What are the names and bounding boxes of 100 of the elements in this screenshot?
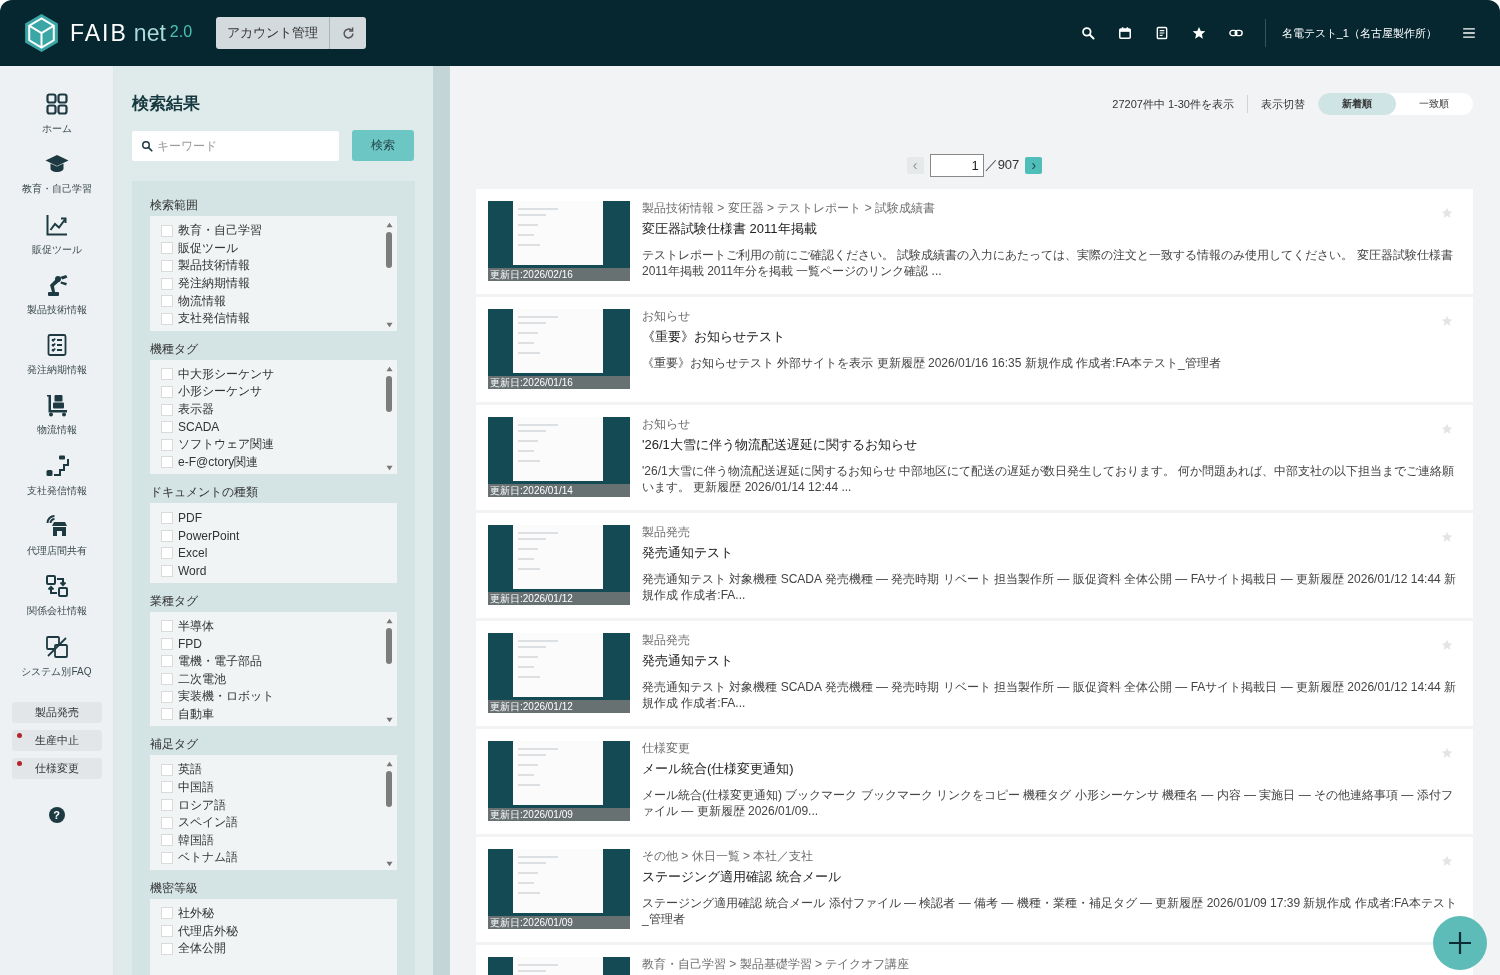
checkbox[interactable] [161,851,173,864]
checkbox[interactable] [161,403,173,416]
checkbox-option[interactable]: 代理店外秘 [161,922,393,940]
nav-item[interactable]: 代理店間共有 [1,514,112,575]
checkbox-option[interactable]: 英語 [161,761,385,779]
result-title-link[interactable]: ステージング適用確認 統合メール [642,868,1460,886]
bookmark-star-icon[interactable] [1441,423,1453,435]
nav-item[interactable]: 支社発信情報 [1,453,112,515]
scroll-down-arrow-icon[interactable] [385,465,393,472]
sort-option[interactable]: 一致順 [1395,93,1473,115]
checkbox[interactable] [161,456,173,469]
scroll-up-arrow-icon[interactable] [385,617,393,624]
nav-item[interactable]: ホーム [1,92,112,153]
checkbox[interactable] [161,511,173,524]
checkbox[interactable] [161,673,173,686]
checkbox[interactable] [161,224,173,237]
checkbox-option[interactable]: 韓国語 [161,831,385,850]
nav-item[interactable]: 教育・自己学習 [1,152,112,213]
nav-item[interactable]: 製品技術情報 [1,272,112,334]
checkbox-option[interactable]: 発注納期情報 [161,274,385,293]
document-icon[interactable] [1154,26,1169,40]
checkbox[interactable] [161,763,173,776]
checkbox-option[interactable]: 二次電池 [161,670,385,688]
checkbox-option[interactable]: FPD [161,635,385,653]
checkbox-option[interactable]: Word [161,561,393,580]
checkbox-option[interactable]: 自動車 [161,705,385,724]
scrollbar-thumb[interactable] [386,627,392,664]
scrollbar-thumb[interactable] [386,232,392,268]
checkbox[interactable] [161,564,173,577]
checkbox-option[interactable]: PowerPoint [161,526,393,545]
result-card[interactable]: 教育・自己学習 > 製品基礎学習 > テイクオフ講座 [476,945,1473,975]
checkbox-option[interactable]: 半導体 [161,617,385,636]
result-card[interactable]: 更新日:2026/01/16 お知らせ 《重要》お知らせテスト 《重要》お知らせテスト 外部サイトを表示 更新履歴 2026/01/16 16:35 新規作成 作成者:FA本テスト_管理者 [476,297,1473,402]
checkbox-option[interactable]: ソフトウェア関連 [161,435,385,454]
bookmark-star-icon[interactable] [1441,639,1453,651]
category-tag-button[interactable]: 製品発売 [11,701,102,723]
checkbox[interactable] [161,708,173,721]
scroll-down-arrow-icon[interactable] [385,321,393,328]
result-title-link[interactable]: 《重要》お知らせテスト [642,328,1460,346]
checkbox[interactable] [161,690,173,703]
scroll-up-arrow-icon[interactable] [385,365,393,372]
result-title-link[interactable]: メール統合(仕様変更通知) [642,760,1460,778]
checkbox[interactable] [161,368,173,381]
calendar-icon[interactable] [1117,26,1132,40]
nav-item[interactable]: 物流情報 [1,393,112,454]
nav-item[interactable]: システム別FAQ [1,634,112,695]
checkbox-option[interactable]: Excel [161,544,393,562]
checkbox-option[interactable]: 表示器 [161,400,385,419]
bookmark-star-icon[interactable] [1441,531,1453,543]
checkbox-option[interactable]: 物流情報 [161,292,385,310]
search-button[interactable]: 検索 [352,130,414,161]
checkbox[interactable] [161,312,173,325]
checkbox[interactable] [161,816,173,829]
checkbox-option[interactable]: PDF [161,509,393,527]
category-tag-button[interactable]: 仕様変更 [11,757,102,779]
scroll-down-arrow-icon[interactable] [385,717,393,724]
scrollbar[interactable] [385,617,393,724]
checkbox-option[interactable]: スペイン語 [161,813,385,832]
checkbox-option[interactable]: ロシア語 [161,796,385,814]
result-card[interactable]: 更新日:2026/01/09 その他 > 休日一覧 > 本社／支社 ステージング適用確認 統合メール ステージング適用確認 統合メール 添付ファイル — 検認者 — 備考 — 機種・業種・補足タグ — 更新履歴 2026/01/09 17:39 新規作成 作成者:FA本テスト_管理者 [476,837,1473,942]
checkbox-option[interactable]: 教育・自己学習 [161,222,385,240]
checkbox[interactable] [161,421,173,434]
star-icon[interactable] [1191,26,1206,40]
scrollbar[interactable] [385,365,393,472]
scrollbar[interactable] [385,222,393,328]
checkbox[interactable] [161,529,173,542]
checkbox[interactable] [161,834,173,847]
scrollbar[interactable] [385,761,393,867]
result-card[interactable]: 更新日:2026/01/12 製品発売 発売通知テスト 発売通知テスト 対象機種 SCADA 発売機種 — 発売時期 リベート 担当製作所 — 販促資料 全体公開 — FAサイト掲載日 — 更新履歴 2026/01/12 14:44 新規作成 作成者:FA... [476,513,1473,618]
bookmark-star-icon[interactable] [1441,747,1453,759]
checkbox[interactable] [161,637,173,650]
checkbox-option[interactable]: 社外秘 [161,904,393,923]
checkbox-option[interactable]: 支社発信情報 [161,309,385,328]
checkbox[interactable] [161,942,173,955]
checkbox[interactable] [161,260,173,272]
sort-option[interactable]: 新着順 [1318,93,1396,115]
result-card[interactable]: 更新日:2026/01/09 仕様変更 メール統合(仕様変更通知) メール統合(仕様変更通知) ブックマーク ブックマーク リンクをコピー 機種タグ 小形シーケンサ 機種名 — 内容 — 実施日 — その他連絡事項 — 添付ファイル — 更新履歴 2026/01/09... [476,729,1473,834]
checkbox-option[interactable]: 中大形シーケンサ [161,365,385,384]
menu-icon[interactable] [1462,27,1476,39]
checkbox-option[interactable]: 製品技術情報 [161,257,385,275]
checkbox-option[interactable]: 全体公開 [161,939,393,958]
bookmark-star-icon[interactable] [1441,207,1453,219]
scrollbar-thumb[interactable] [386,771,392,808]
search-icon[interactable] [1080,26,1095,40]
result-card[interactable]: 更新日:2026/01/14 お知らせ '26/1大雪に伴う物流配送遅延に関するお知らせ '26/1大雪に伴う物流配送遅延に関するお知らせ 中部地区にて配送の遅延が数日発生しております。 何か問題あれば、中部支社の以下担当までご連絡願います。 更新履歴 2026/01/14 12:44 ... [476,405,1473,510]
bookmark-star-icon[interactable] [1441,855,1453,867]
nav-item[interactable]: 販促ツール [1,212,112,273]
checkbox-option[interactable]: 小形シーケンサ [161,383,385,401]
refresh-button[interactable] [329,17,367,49]
result-card[interactable]: 更新日:2026/01/12 製品発売 発売通知テスト 発売通知テスト 対象機種 SCADA 発売機種 — 発売時期 リベート 担当製作所 — 販促資料 全体公開 — FAサイト掲載日 — 更新履歴 2026/01/12 14:44 新規作成 作成者:FA... [476,621,1473,726]
keyword-field[interactable]: キーワード [132,130,339,161]
checkbox[interactable] [161,907,173,920]
user-name[interactable]: 名電テスト_1（名古屋製作所） [1281,25,1437,41]
checkbox-option[interactable]: ベトナム語 [161,849,385,867]
checkbox[interactable] [161,385,173,398]
page-number-field[interactable]: 1 [929,153,984,177]
checkbox[interactable] [161,295,173,308]
checkbox[interactable] [161,925,173,937]
result-title-link[interactable]: 発売通知テスト [642,544,1460,562]
category-tag-button[interactable]: 生産中止 [11,729,102,751]
